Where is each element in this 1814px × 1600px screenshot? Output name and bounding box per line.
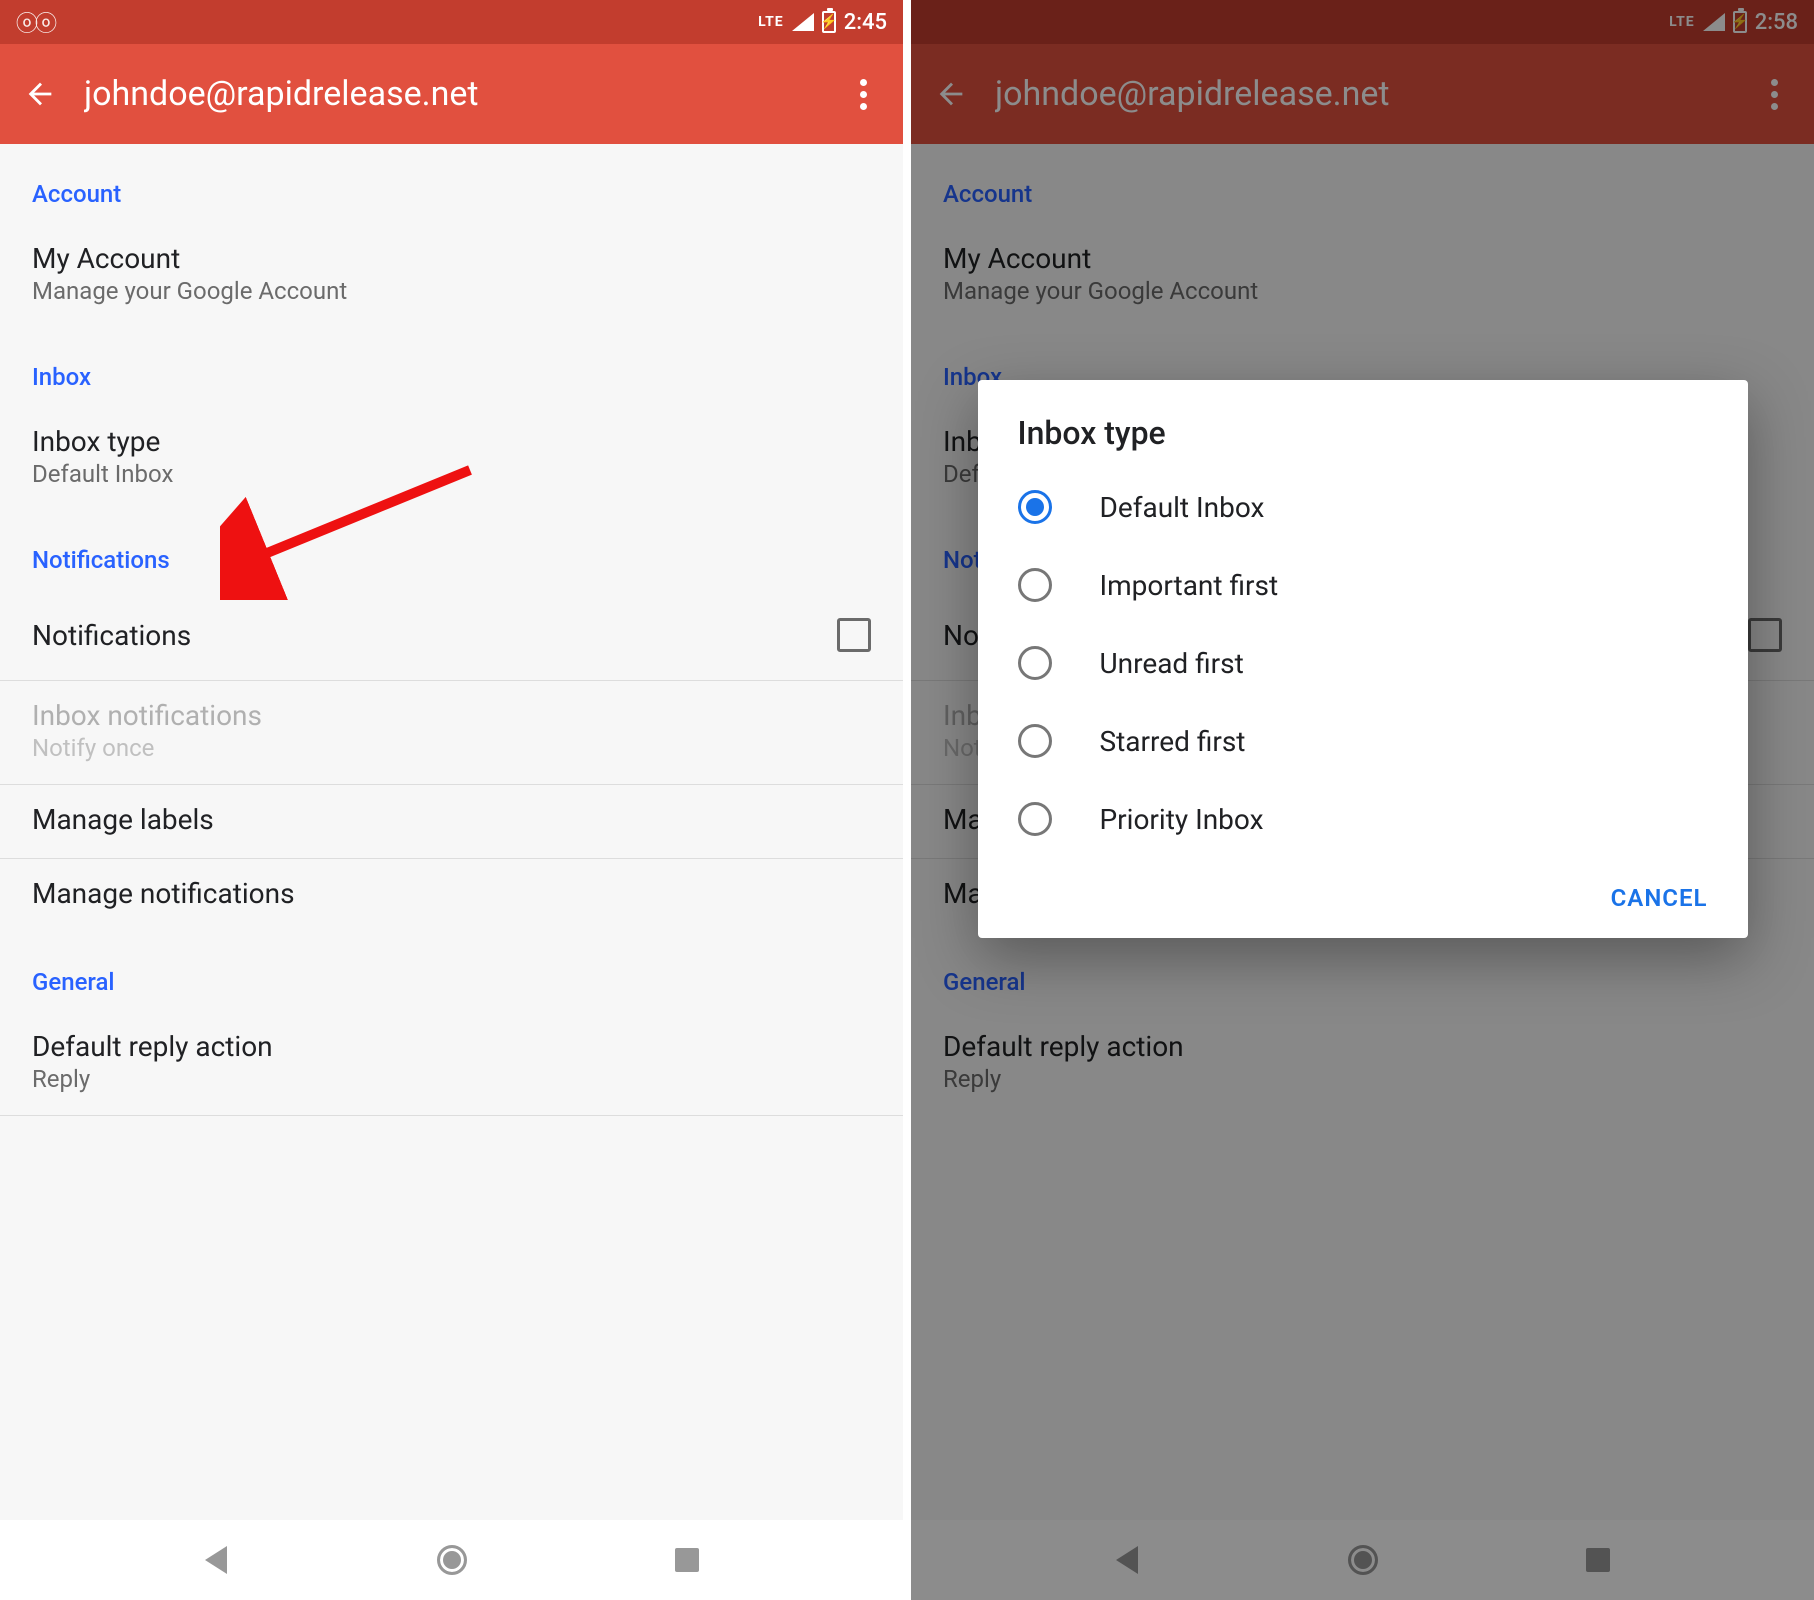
section-label-notifications: Notifications — [0, 510, 903, 590]
item-title: Manage notifications — [32, 877, 871, 910]
radio-option-unread-first[interactable]: Unread first — [978, 624, 1748, 702]
section-label-account: Account — [0, 144, 903, 224]
radio-option-starred-first[interactable]: Starred first — [978, 702, 1748, 780]
triangle-back-icon — [205, 1546, 227, 1574]
settings-list[interactable]: Account My Account Manage your Google Ac… — [0, 144, 903, 1520]
radio-label: Unread first — [1100, 647, 1244, 680]
voicemail-icon: ⓞⓞ — [16, 6, 54, 38]
nav-recent-button[interactable] — [667, 1540, 707, 1580]
item-title: Inbox type — [32, 425, 871, 458]
radio-button[interactable] — [1018, 802, 1052, 836]
signal-icon — [792, 13, 814, 31]
radio-label: Important first — [1100, 569, 1279, 602]
divider — [0, 1115, 903, 1116]
signal-icon — [1703, 13, 1725, 31]
item-subtitle: Reply — [943, 1065, 1782, 1093]
item-manage-notifications[interactable]: Manage notifications — [0, 859, 903, 932]
nav-bar — [0, 1520, 903, 1600]
item-title: My Account — [32, 242, 871, 275]
circle-home-icon — [437, 1545, 467, 1575]
nav-bar — [911, 1520, 1814, 1600]
item-default-reply-action[interactable]: Default reply action Reply — [0, 1012, 903, 1115]
radio-button[interactable] — [1018, 568, 1052, 602]
app-bar: johndoe@rapidrelease.net — [0, 44, 903, 144]
radio-button[interactable] — [1018, 724, 1052, 758]
section-label-general: General — [0, 932, 903, 1012]
status-bar: ⓞⓞ LTE ⚡ 2:45 — [0, 0, 903, 44]
radio-button[interactable] — [1018, 490, 1052, 524]
item-title: My Account — [943, 242, 1782, 275]
item-title: Notifications — [32, 619, 191, 652]
battery-icon: ⚡ — [822, 11, 836, 33]
dot-icon — [1771, 79, 1778, 86]
nav-back-button[interactable] — [196, 1540, 236, 1580]
item-subtitle: Notify once — [32, 734, 871, 762]
item-inbox-type[interactable]: Inbox type Default Inbox — [0, 407, 903, 510]
item-default-reply-action: Default reply action Reply — [911, 1012, 1814, 1115]
inbox-type-dialog: Inbox type Default Inbox Important first… — [978, 380, 1748, 938]
phone-right: LTE ⚡ 2:58 johndoe@rapidrelease.net Acco… — [907, 0, 1814, 1600]
item-subtitle: Default Inbox — [32, 460, 871, 488]
item-inbox-notifications: Inbox notifications Notify once — [0, 681, 903, 784]
page-title: johndoe@rapidrelease.net — [84, 74, 843, 114]
dialog-actions: CANCEL — [978, 858, 1748, 926]
radio-label: Priority Inbox — [1100, 803, 1264, 836]
item-manage-labels[interactable]: Manage labels — [0, 785, 903, 858]
radio-button[interactable] — [1018, 646, 1052, 680]
dot-icon — [860, 91, 867, 98]
nav-back-button[interactable] — [1107, 1540, 1147, 1580]
radio-label: Starred first — [1100, 725, 1246, 758]
network-indicator: LTE — [758, 14, 784, 30]
square-recent-icon — [1586, 1548, 1610, 1572]
item-my-account[interactable]: My Account Manage your Google Account — [0, 224, 903, 327]
radio-option-priority-inbox[interactable]: Priority Inbox — [978, 780, 1748, 858]
nav-home-button[interactable] — [1343, 1540, 1383, 1580]
cancel-button[interactable]: CANCEL — [1599, 876, 1720, 920]
checkbox[interactable] — [837, 618, 871, 652]
status-bar: LTE ⚡ 2:58 — [911, 0, 1814, 44]
square-recent-icon — [675, 1548, 699, 1572]
item-subtitle: Manage your Google Account — [32, 277, 871, 305]
section-label-general: General — [911, 932, 1814, 1012]
dot-icon — [1771, 91, 1778, 98]
item-subtitle: Reply — [32, 1065, 871, 1093]
item-title: Default reply action — [32, 1030, 871, 1063]
item-my-account: My Account Manage your Google Account — [911, 224, 1814, 327]
radio-option-default-inbox[interactable]: Default Inbox — [978, 468, 1748, 546]
phone-left: ⓞⓞ LTE ⚡ 2:45 johndoe@rapidrelease.net A… — [0, 0, 907, 1600]
radio-option-important-first[interactable]: Important first — [978, 546, 1748, 624]
section-label-account: Account — [911, 144, 1814, 224]
page-title: johndoe@rapidrelease.net — [995, 74, 1754, 114]
section-label-inbox: Inbox — [0, 327, 903, 407]
network-indicator: LTE — [1669, 14, 1695, 30]
nav-recent-button[interactable] — [1578, 1540, 1618, 1580]
triangle-back-icon — [1116, 1546, 1138, 1574]
clock: 2:45 — [844, 10, 887, 35]
dot-icon — [860, 103, 867, 110]
battery-icon: ⚡ — [1733, 11, 1747, 33]
item-title: Default reply action — [943, 1030, 1782, 1063]
arrow-back-icon — [934, 77, 968, 111]
arrow-back-icon — [23, 77, 57, 111]
radio-label: Default Inbox — [1100, 491, 1265, 524]
item-notifications-toggle[interactable]: Notifications — [0, 590, 903, 680]
circle-home-icon — [1348, 1545, 1378, 1575]
nav-home-button[interactable] — [432, 1540, 472, 1580]
dot-icon — [1771, 103, 1778, 110]
overflow-menu-button[interactable] — [843, 79, 883, 110]
back-button[interactable] — [20, 74, 60, 114]
clock: 2:58 — [1755, 10, 1798, 35]
checkbox — [1748, 618, 1782, 652]
app-bar: johndoe@rapidrelease.net — [911, 44, 1814, 144]
dot-icon — [860, 79, 867, 86]
back-button[interactable] — [931, 74, 971, 114]
item-title: Manage labels — [32, 803, 871, 836]
dialog-title: Inbox type — [978, 380, 1748, 468]
overflow-menu-button[interactable] — [1754, 79, 1794, 110]
item-subtitle: Manage your Google Account — [943, 277, 1782, 305]
item-title: Inbox notifications — [32, 699, 871, 732]
